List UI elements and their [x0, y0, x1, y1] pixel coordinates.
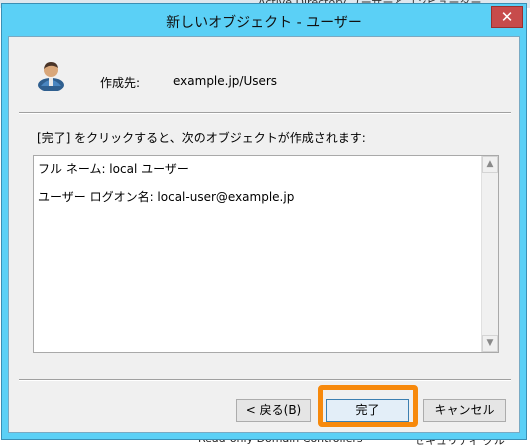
user-icon — [38, 62, 64, 91]
create-in-value: example.jp/Users — [173, 74, 278, 88]
summary-logon-name: ユーザー ログオン名: local-user@example.jp — [38, 190, 295, 204]
separator-top — [19, 112, 511, 114]
scroll-down-button[interactable]: ▼ — [482, 335, 498, 352]
instruction-text: [完了] をクリックすると、次のオブジェクトが作成されます: — [37, 131, 366, 145]
cancel-button[interactable]: キャンセル — [423, 399, 506, 422]
dialog-client-area: 作成先: example.jp/Users [完了] をクリックすると、次のオブ… — [8, 36, 520, 433]
summary-textbox[interactable]: フル ネーム: local ユーザー ユーザー ログオン名: local-use… — [33, 155, 499, 353]
chevron-down-icon: ▼ — [486, 338, 494, 348]
vertical-scrollbar[interactable]: ▲ ▼ — [481, 156, 498, 352]
scroll-up-button[interactable]: ▲ — [482, 156, 498, 173]
chevron-up-icon: ▲ — [486, 159, 494, 169]
close-icon: ✕ — [500, 8, 514, 26]
create-in-label: 作成先: — [100, 76, 141, 90]
finish-button-highlight — [318, 385, 418, 427]
separator-bottom — [19, 379, 511, 381]
close-button[interactable]: ✕ — [491, 6, 523, 28]
dialog-titlebar[interactable]: 新しいオブジェクト - ユーザー ✕ — [2, 4, 526, 34]
new-user-dialog: 新しいオブジェクト - ユーザー ✕ 作成先: example.jp/Users… — [1, 3, 527, 440]
back-button[interactable]: < 戻る(B) — [236, 399, 311, 422]
summary-full-name: フル ネーム: local ユーザー — [38, 162, 189, 176]
dialog-title: 新しいオブジェクト - ユーザー — [166, 15, 362, 31]
